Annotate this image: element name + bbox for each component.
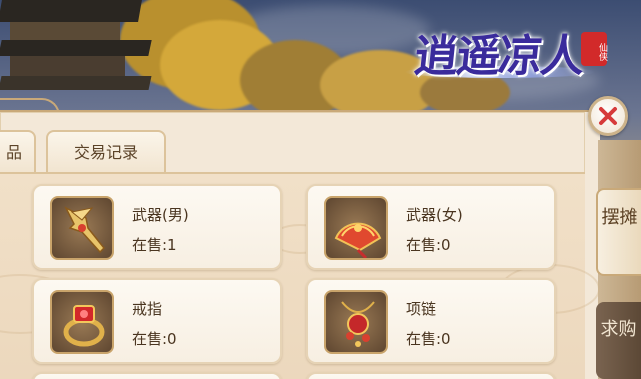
item-name: 项链 (406, 300, 437, 318)
female-weapon-fan-icon (324, 196, 388, 260)
male-weapon-icon (50, 196, 114, 260)
item-card-female-weapon[interactable]: 武器(女) 在售:0 (306, 184, 556, 270)
close-button[interactable] (588, 96, 628, 136)
close-icon (599, 107, 617, 125)
item-card-next-row[interactable] (306, 372, 556, 379)
item-name: 武器(男) (132, 206, 189, 224)
side-tab-stall[interactable]: 摆摊 (596, 188, 641, 276)
item-card-male-weapon[interactable]: 武器(男) 在售:1 (32, 184, 282, 270)
item-card-next-row[interactable] (32, 372, 282, 379)
necklace-icon (324, 290, 388, 354)
game-logo: 逍遥凉人 仙侠 (405, 14, 607, 86)
ring-icon (50, 290, 114, 354)
item-sale-count: 在售:0 (132, 330, 177, 348)
item-name: 武器(女) (406, 206, 463, 224)
tab-products[interactable]: 品 (0, 130, 36, 174)
logo-seal: 仙侠 (581, 32, 607, 66)
item-sale-count: 在售:0 (406, 330, 451, 348)
item-card-ring[interactable]: 戒指 在售:0 (32, 278, 282, 364)
item-card-necklace[interactable]: 项链 在售:0 (306, 278, 556, 364)
tab-trade-records[interactable]: 交易记录 (46, 130, 166, 174)
item-name: 戒指 (132, 300, 163, 318)
side-tab-buy-request[interactable]: 求购 (596, 302, 641, 379)
item-sale-count: 在售:1 (132, 236, 177, 254)
item-sale-count: 在售:0 (406, 236, 451, 254)
logo-title: 逍遥凉人 (411, 31, 586, 82)
item-grid: 武器(男) 在售:1 武器(女) 在售:0 戒指 在售:0 项链 在售:0 (0, 172, 600, 379)
